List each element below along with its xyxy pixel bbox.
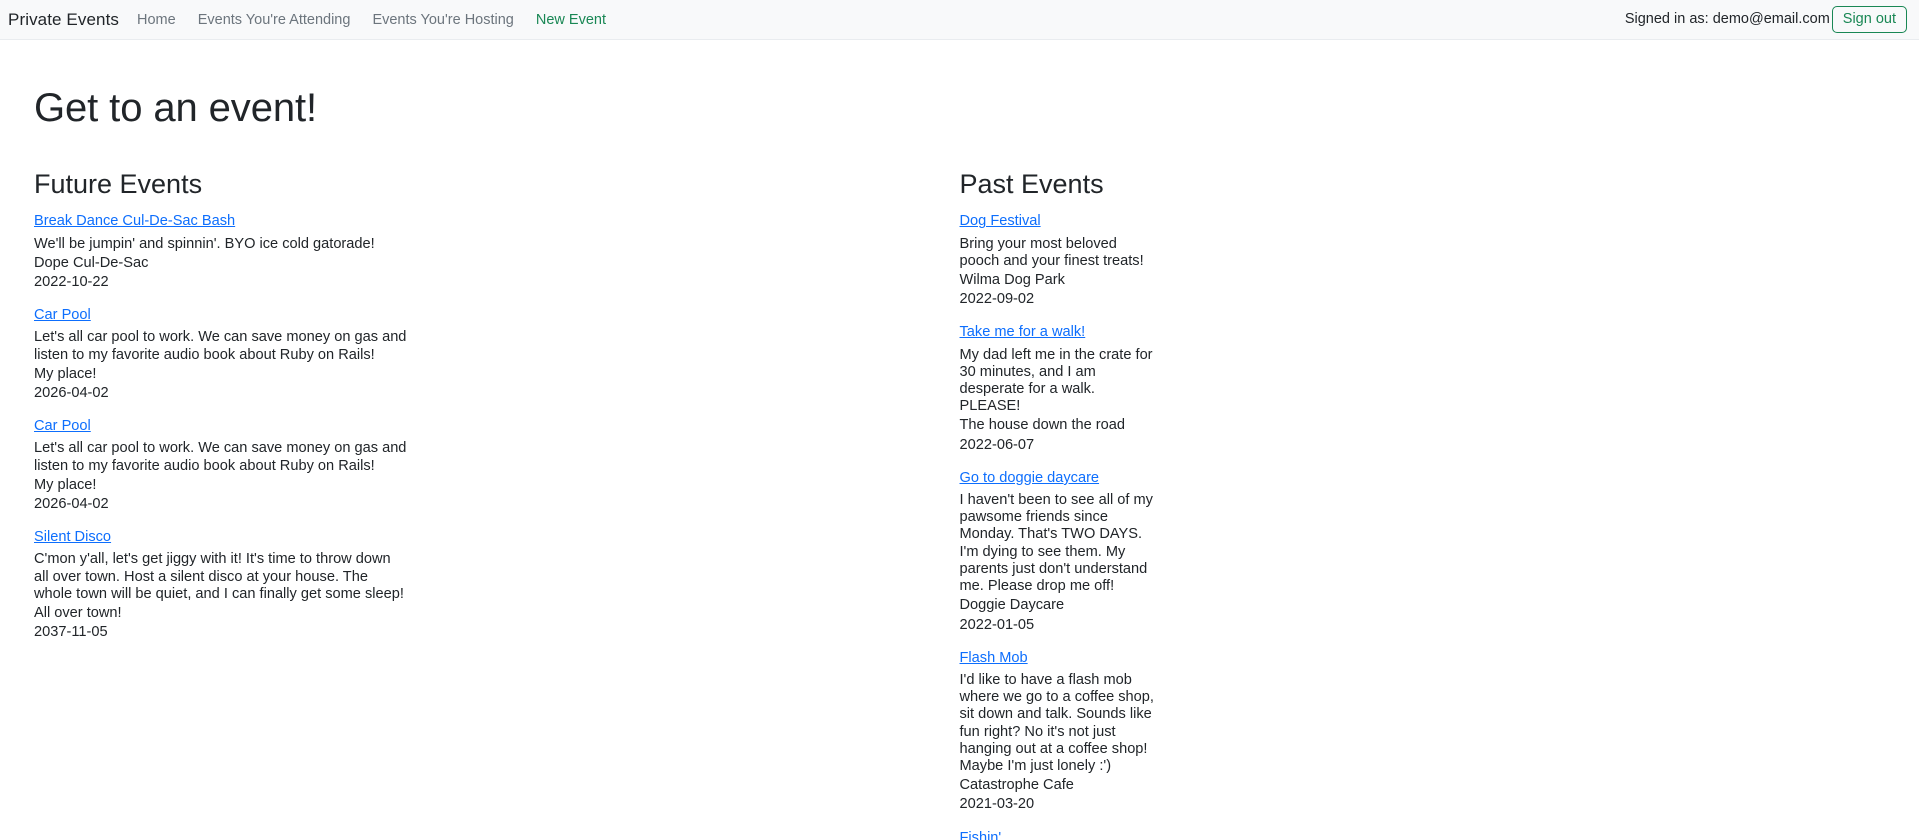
nav-item: Events You're Hosting: [372, 11, 513, 29]
nav-link-home[interactable]: Home: [137, 12, 176, 28]
nav-link-events-hosting[interactable]: Events You're Hosting: [372, 12, 513, 28]
event-title-link[interactable]: Break Dance Cul-De-Sac Bash: [34, 211, 235, 232]
event-date: 2022-09-02: [959, 291, 1035, 308]
sign-out-button[interactable]: Sign out: [1831, 5, 1907, 34]
nav-item: Home: [137, 11, 176, 29]
event-title-link[interactable]: Go to doggie daycare: [960, 468, 1100, 489]
event-title-link[interactable]: Car Pool: [34, 416, 91, 437]
page-title: Get to an event!: [34, 86, 318, 130]
event-item: Go to doggie daycare I haven't been to se…: [960, 468, 1156, 635]
event-item: Flash Mob I'd like to have a flash mob wh…: [960, 648, 1156, 815]
event-item: Fishin'Let's all go fishin down yonder!T…: [960, 828, 1156, 840]
event-title-link[interactable]: Fishin': [960, 828, 1002, 840]
page-container: Get to an event! Future Events Break Dan…: [0, 84, 1919, 840]
nav-item: Events You're Attending: [198, 11, 351, 29]
event-title-link[interactable]: Dog Festival: [960, 211, 1041, 232]
nav-link-new-event[interactable]: New Event: [536, 12, 606, 28]
event-date: 2021-03-20: [959, 796, 1035, 813]
event-location: Catastrophe Cafe: [959, 777, 1074, 794]
past-events-heading: Past Events: [959, 169, 1104, 199]
event-description: I haven't been to see all of my pawsome …: [959, 492, 1153, 595]
signed-in-status: Signed in as: demo@email.com: [1624, 11, 1830, 28]
brand-link[interactable]: Private Events: [8, 10, 119, 30]
event-location: The house down the road: [959, 417, 1126, 434]
past-events-list: Dog Festival Bring your most beloved pooc…: [960, 211, 1156, 840]
event-location: Doggie Daycare: [959, 597, 1065, 614]
event-date: 2022-06-07: [959, 436, 1035, 453]
event-date: 2022-01-05: [959, 616, 1035, 633]
event-title-link[interactable]: Flash Mob: [960, 648, 1028, 669]
navbar-right-section: Signed in as: demo@email.com Sign out: [1624, 5, 1907, 34]
events-columns: Future Events Break Dance Cul-De-Sac Bas…: [34, 168, 1885, 840]
nav-item: New Event: [536, 11, 606, 29]
event-description: Bring your most beloved pooch and your f…: [959, 235, 1144, 269]
event-title-link[interactable]: Silent Disco: [34, 527, 111, 548]
nav-link-list: Home Events You're Attending Events You're…: [137, 11, 606, 29]
event-title-link[interactable]: Take me for a walk!: [960, 322, 1086, 343]
event-item: Dog Festival Bring your most beloved pooc…: [960, 211, 1156, 309]
nav-link-events-attending[interactable]: Events You're Attending: [198, 12, 351, 28]
event-description: My dad left me in the crate for 30 minut…: [959, 346, 1153, 415]
past-events-column: Past Events Dog Festival Bring your most …: [246, 168, 1172, 840]
event-location: Wilma Dog Park: [959, 271, 1065, 288]
event-description: I'd like to have a flash mob where we go…: [959, 671, 1154, 775]
event-title-link[interactable]: Car Pool: [34, 305, 91, 326]
event-item: Take me for a walk! My dad left me in the…: [960, 322, 1156, 454]
main-navbar: Private Events Home Events You're Attendi…: [0, 0, 1919, 40]
